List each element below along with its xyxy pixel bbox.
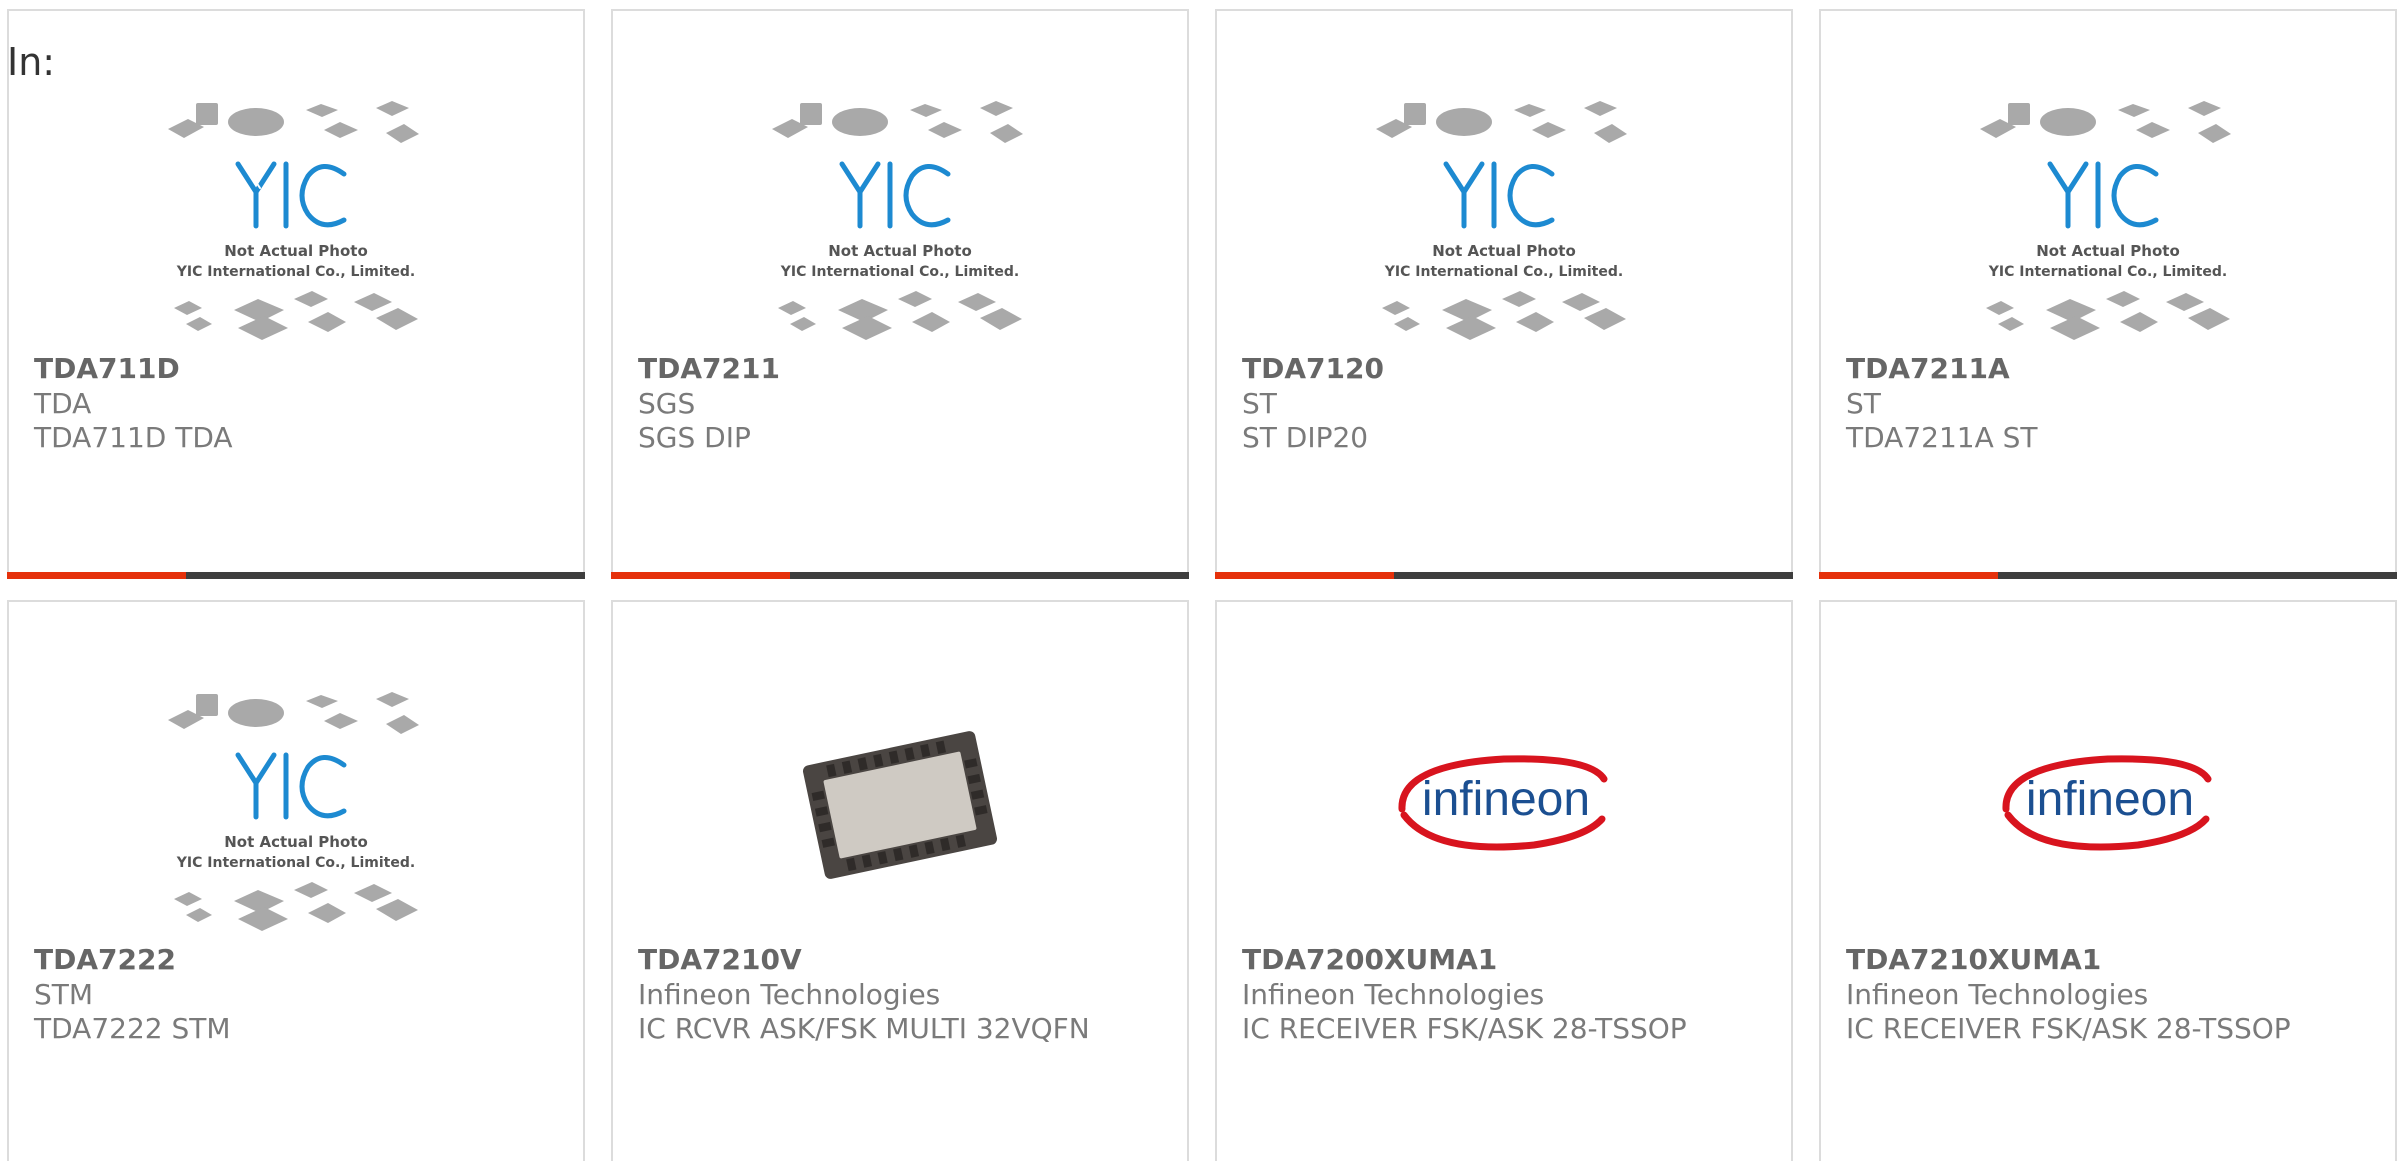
description: TDA7222 STM bbox=[34, 1012, 231, 1045]
product-thumbnail[interactable]: Not Actual Photo YIC International Co., … bbox=[156, 687, 436, 937]
in-label: In: bbox=[7, 40, 56, 84]
photo-caption-line2: YIC International Co., Limited. bbox=[780, 264, 1019, 280]
product-card[interactable]: Not Actual Photo YIC International Co., … bbox=[611, 9, 1189, 579]
product-card[interactable]: infineon TDA7200XUMA1 Infineon Technolog… bbox=[1215, 600, 1793, 1161]
description: IC RECEIVER FSK/ASK 28-TSSOP bbox=[1242, 1012, 1687, 1045]
manufacturer: Infineon Technologies bbox=[638, 978, 941, 1011]
manufacturer: SGS bbox=[638, 387, 696, 420]
infineon-logo: infineon bbox=[1398, 755, 1608, 851]
part-number-link[interactable]: TDA7222 bbox=[34, 943, 176, 976]
part-number-link[interactable]: TDA711D bbox=[34, 352, 180, 385]
part-number-link[interactable]: TDA7211A bbox=[1846, 352, 2010, 385]
part-number-link[interactable]: TDA7210V bbox=[638, 943, 802, 976]
product-card[interactable]: Not Actual Photo YIC International Co., … bbox=[1215, 9, 1793, 579]
product-thumbnail[interactable]: Not Actual Photo YIC International Co., … bbox=[760, 96, 1040, 346]
description: ST DIP20 bbox=[1242, 421, 1369, 454]
yic-placeholder-image: Not Actual Photo YIC International Co., … bbox=[1376, 101, 1627, 340]
part-number-link[interactable]: TDA7120 bbox=[1242, 352, 1384, 385]
description: IC RECEIVER FSK/ASK 28-TSSOP bbox=[1846, 1012, 2291, 1045]
photo-caption-line2: YIC International Co., Limited. bbox=[1384, 264, 1623, 280]
photo-caption-line2: YIC International Co., Limited. bbox=[1988, 264, 2227, 280]
photo-caption-line1: Not Actual Photo bbox=[224, 833, 368, 851]
product-card[interactable]: infineon TDA7210XUMA1 Infineon Technolog… bbox=[1819, 600, 2397, 1161]
card-bottom-bar bbox=[611, 572, 1189, 579]
description: TDA711D TDA bbox=[34, 421, 233, 454]
card-bottom-bar bbox=[1819, 572, 2397, 579]
product-thumbnail[interactable]: infineon bbox=[1968, 687, 2248, 937]
photo-caption-line1: Not Actual Photo bbox=[1432, 242, 1576, 260]
manufacturer: ST bbox=[1242, 387, 1277, 420]
part-number-link[interactable]: TDA7200XUMA1 bbox=[1242, 943, 1497, 976]
description: SGS DIP bbox=[638, 421, 751, 454]
yic-placeholder-image: Not Actual Photo YIC International Co., … bbox=[168, 101, 419, 340]
photo-caption-line1: Not Actual Photo bbox=[828, 242, 972, 260]
infineon-logo-text: infineon bbox=[1422, 773, 1590, 826]
product-thumbnail[interactable]: Not Actual Photo YIC International Co., … bbox=[1364, 96, 1644, 346]
manufacturer: Infineon Technologies bbox=[1242, 978, 1545, 1011]
photo-caption-line2: YIC International Co., Limited. bbox=[176, 855, 415, 871]
photo-caption-line1: Not Actual Photo bbox=[224, 242, 368, 260]
photo-caption-line2: YIC International Co., Limited. bbox=[176, 264, 415, 280]
infineon-logo: infineon bbox=[2002, 755, 2212, 851]
product-card[interactable]: TDA7210V Infineon Technologies IC RCVR A… bbox=[611, 600, 1189, 1161]
part-number-link[interactable]: TDA7211 bbox=[638, 352, 780, 385]
manufacturer: ST bbox=[1846, 387, 1881, 420]
card-bottom-bar bbox=[7, 572, 585, 579]
manufacturer: Infineon Technologies bbox=[1846, 978, 2149, 1011]
infineon-logo-text: infineon bbox=[2026, 773, 2194, 826]
photo-caption-line1: Not Actual Photo bbox=[2036, 242, 2180, 260]
yic-placeholder-image: Not Actual Photo YIC International Co., … bbox=[168, 692, 419, 931]
yic-placeholder-image: Not Actual Photo YIC International Co., … bbox=[772, 101, 1023, 340]
description: TDA7211A ST bbox=[1846, 421, 2038, 454]
product-thumbnail[interactable]: infineon bbox=[1364, 687, 1644, 937]
product-thumbnail[interactable] bbox=[760, 687, 1040, 937]
qfn-chip-photo bbox=[802, 731, 998, 879]
product-thumbnail[interactable]: Not Actual Photo YIC International Co., … bbox=[1968, 96, 2248, 346]
card-bottom-bar bbox=[1215, 572, 1793, 579]
manufacturer: TDA bbox=[34, 387, 92, 420]
product-card[interactable]: Not Actual Photo YIC International Co., … bbox=[1819, 9, 2397, 579]
yic-placeholder-image: Not Actual Photo YIC International Co., … bbox=[1980, 101, 2231, 340]
part-number-link[interactable]: TDA7210XUMA1 bbox=[1846, 943, 2101, 976]
product-thumbnail[interactable]: Not Actual Photo YIC International Co., … bbox=[156, 96, 436, 346]
product-card[interactable]: Not Actual Photo YIC International Co., … bbox=[7, 600, 585, 1161]
manufacturer: STM bbox=[34, 978, 94, 1011]
description: IC RCVR ASK/FSK MULTI 32VQFN bbox=[638, 1012, 1090, 1045]
product-card[interactable]: Not Actual Photo YIC International Co., … bbox=[7, 9, 585, 579]
